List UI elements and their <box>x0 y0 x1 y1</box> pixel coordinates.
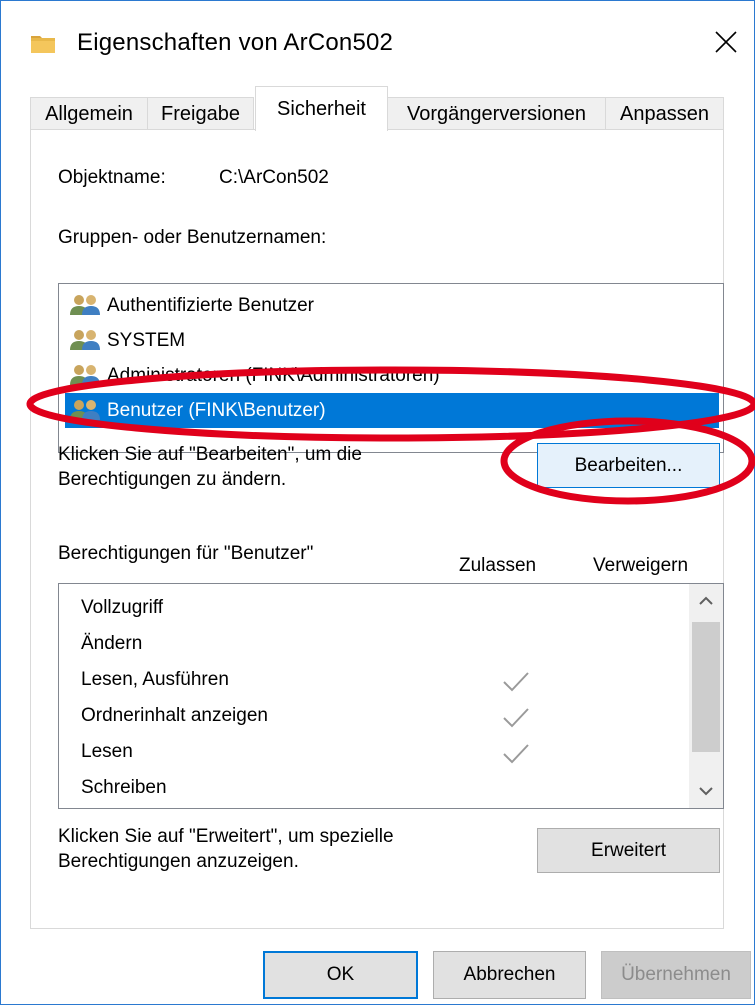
check-icon <box>503 672 529 692</box>
properties-dialog: Eigenschaften von ArCon502 Allgemein Fre… <box>0 0 755 1005</box>
users-icon <box>70 295 100 315</box>
list-item[interactable]: Authentifizierte Benutzer <box>65 288 719 323</box>
users-icon <box>70 365 100 385</box>
group-name: SYSTEM <box>107 330 186 351</box>
title-bar: Eigenschaften von ArCon502 <box>1 1 754 81</box>
permissions-scrollbar[interactable] <box>689 584 723 808</box>
chevron-up-icon <box>699 596 713 605</box>
close-icon <box>715 31 737 53</box>
col-allow-header: Zulassen <box>459 555 537 576</box>
groups-label: Gruppen- oder Benutzernamen: <box>58 227 327 248</box>
tab-strip: Allgemein Freigabe Sicherheit Vorgängerv… <box>30 86 730 131</box>
window-title: Eigenschaften von ArCon502 <box>77 29 394 56</box>
ok-button[interactable]: OK <box>263 951 418 999</box>
group-user-list[interactable]: Authentifizierte Benutzer SYSTEM Adminis… <box>58 283 724 453</box>
permission-name: Ändern <box>81 633 143 654</box>
tab-vorgaengerversionen[interactable]: Vorgängerversionen <box>387 97 606 130</box>
edit-button[interactable]: Bearbeiten... <box>537 443 720 488</box>
list-item-selected[interactable]: Benutzer (FINK\Benutzer) <box>65 393 719 428</box>
permission-name: Lesen <box>81 741 133 762</box>
permission-row: Ordnerinhalt anzeigen <box>81 698 681 734</box>
permission-name: Ordnerinhalt anzeigen <box>81 705 268 726</box>
permission-name: Vollzugriff <box>81 597 164 618</box>
tab-sicherheit[interactable]: Sicherheit <box>255 86 388 131</box>
close-button[interactable] <box>701 15 753 67</box>
check-icon <box>503 744 529 764</box>
permission-row: Vollzugriff <box>81 590 681 626</box>
scroll-down-button[interactable] <box>689 774 723 808</box>
tab-freigabe[interactable]: Freigabe <box>147 97 254 130</box>
scroll-up-button[interactable] <box>689 584 723 618</box>
permission-row: Lesen <box>81 734 681 770</box>
list-item[interactable]: Administratoren (FINK\Administratoren) <box>65 358 719 393</box>
permissions-label: Berechtigungen für "Benutzer" <box>58 543 314 564</box>
tab-allgemein[interactable]: Allgemein <box>30 97 148 130</box>
permission-name: Schreiben <box>81 777 167 798</box>
group-name: Administratoren (FINK\Administratoren) <box>107 365 440 386</box>
permission-row: Ändern <box>81 626 681 662</box>
col-deny-header: Verweigern <box>593 555 689 576</box>
chevron-down-icon <box>699 787 713 796</box>
object-name-value: C:\ArCon502 <box>219 167 329 188</box>
group-name: Authentifizierte Benutzer <box>107 295 315 316</box>
apply-button[interactable]: Übernehmen <box>601 951 751 999</box>
scroll-thumb[interactable] <box>692 622 720 752</box>
permissions-list[interactable]: Vollzugriff Ändern Lesen, Ausführen Ordn… <box>58 583 724 809</box>
security-tab-panel <box>30 129 724 929</box>
group-name: Benutzer (FINK\Benutzer) <box>107 400 326 421</box>
tab-anpassen[interactable]: Anpassen <box>605 97 724 130</box>
edit-hint-line1: Klicken Sie auf "Bearbeiten", um die <box>58 444 362 465</box>
folder-icon <box>31 36 55 53</box>
permission-name: Lesen, Ausführen <box>81 669 229 690</box>
object-name-label: Objektname: <box>58 167 166 188</box>
check-icon <box>503 708 529 728</box>
edit-hint-line2: Berechtigungen zu ändern. <box>58 469 287 490</box>
users-icon <box>70 330 100 350</box>
list-item[interactable]: SYSTEM <box>65 323 719 358</box>
users-icon <box>70 400 100 420</box>
permission-row: Schreiben <box>81 770 681 806</box>
advanced-button[interactable]: Erweitert <box>537 828 720 873</box>
permission-row: Lesen, Ausführen <box>81 662 681 698</box>
advanced-hint-line2: Berechtigungen anzuzeigen. <box>58 851 299 872</box>
advanced-hint-line1: Klicken Sie auf "Erweitert", um speziell… <box>58 826 394 847</box>
cancel-button[interactable]: Abbrechen <box>433 951 586 999</box>
